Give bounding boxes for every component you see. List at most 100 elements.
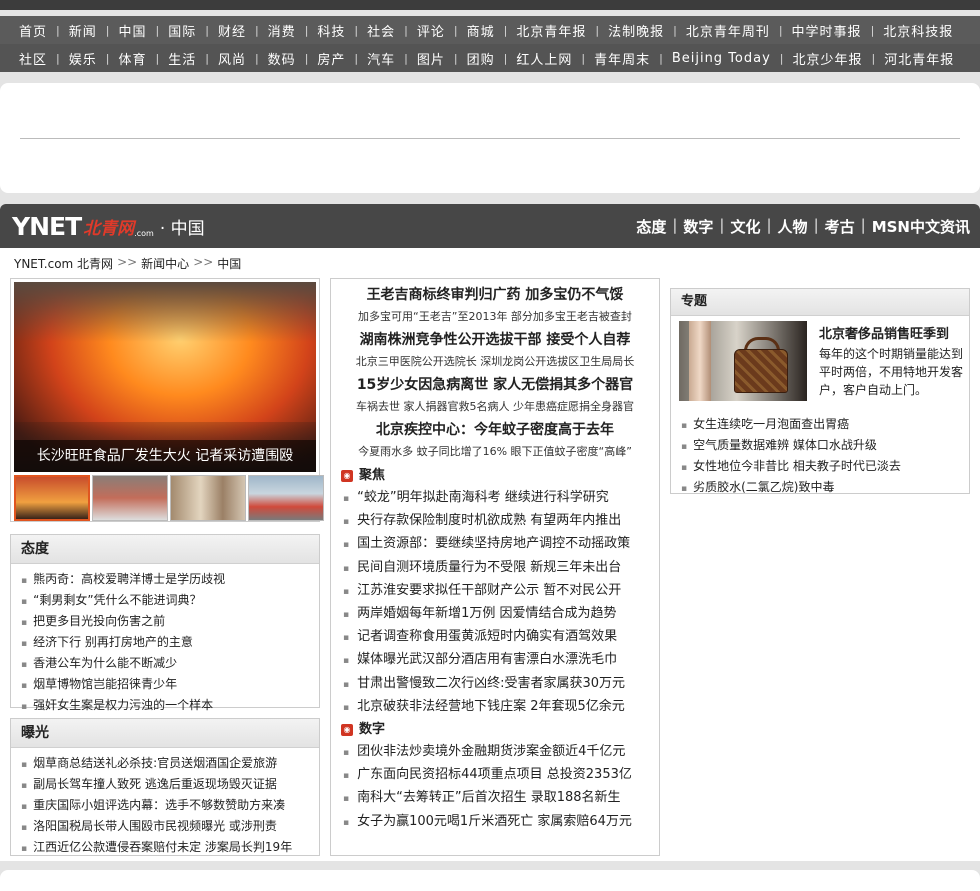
top-story: 北京疾控中心：今年蚊子密度高于去年 今夏雨水多 蚊子同比增了16% 眼下正值蚊子密…: [331, 420, 659, 461]
list-item[interactable]: 把更多目光投向伤害之前: [21, 612, 319, 633]
list-item[interactable]: 副局长驾车撞人致死 逃逸后重返现场毁灭证据: [21, 775, 319, 796]
nav-link[interactable]: 科技: [308, 21, 354, 40]
nav-link[interactable]: 消费: [259, 21, 305, 40]
story-subline[interactable]: 北京三甲医院公开选院长 深圳龙岗公开选拔区卫生局局长: [331, 353, 659, 371]
list-item[interactable]: 两岸婚姻每年新增1万例 因爱情结合成为趋势: [343, 603, 659, 626]
list-item[interactable]: 空气质量数据难辨 媒体口水战升级: [681, 436, 901, 457]
channel-nav-link[interactable]: 数字: [683, 216, 713, 237]
thumbnail-2[interactable]: [92, 475, 168, 521]
site-logo[interactable]: YNET 北青网 .com · 中国: [12, 212, 205, 241]
nav-link[interactable]: 北京少年报: [784, 49, 872, 68]
channel-nav-link[interactable]: 考古: [825, 216, 855, 237]
list-item[interactable]: 央行存款保险制度时机欲成熟 有望两年内推出: [343, 510, 659, 533]
nav-link[interactable]: 数码: [259, 49, 305, 68]
nav-link[interactable]: 社区: [10, 49, 56, 68]
nav-link[interactable]: 房产: [308, 49, 354, 68]
nav-link[interactable]: 国际: [159, 21, 205, 40]
list-item[interactable]: 国土资源部：要继续坚持房地产调控不动摇政策: [343, 533, 659, 556]
list-item[interactable]: 经济下行 别再打房地产的主意: [21, 633, 319, 654]
nav-link[interactable]: 娱乐: [60, 49, 106, 68]
story-subline[interactable]: 今夏雨水多 蚊子同比增了16% 眼下正值蚊子密度“高峰”: [331, 443, 659, 461]
story-subline[interactable]: 加多宝可用“王老吉”至2013年 部分加多宝王老吉被查封: [331, 308, 659, 326]
rss-icon[interactable]: ◉: [341, 470, 353, 482]
thumbnail-1[interactable]: [14, 475, 90, 521]
nav-link[interactable]: 中学时事报: [783, 21, 871, 40]
breadcrumb-bar: YNET.com 北青网 >> 新闻中心 >> 中国: [0, 248, 980, 276]
list-item[interactable]: 江苏淮安要求拟任干部财产公示 暂不对民公开: [343, 580, 659, 603]
nav-link[interactable]: 中国: [109, 21, 155, 40]
nav-link[interactable]: 生活: [159, 49, 205, 68]
thumbnail-4[interactable]: [248, 475, 324, 521]
nav-link[interactable]: Beijing Today: [663, 51, 780, 66]
list-item[interactable]: 团伙非法炒卖境外金融期货涉案金额近4千亿元: [343, 741, 659, 764]
list-item[interactable]: 劣质胶水(二氯乙烷)致中毒: [681, 478, 901, 499]
nav-link[interactable]: 红人上网: [507, 49, 581, 68]
list-item[interactable]: 洛阳国税局长带人围殴市民视频曝光 或涉刑责: [21, 817, 319, 838]
breadcrumb-section[interactable]: 新闻中心: [141, 255, 189, 272]
photo-caption[interactable]: 长沙旺旺食品厂发生大火 记者采访遭围殴: [14, 440, 316, 472]
channel-nav-link[interactable]: 人物: [778, 216, 808, 237]
nav-link[interactable]: 北京青年周刊: [677, 21, 779, 40]
nav-link[interactable]: 风尚: [209, 49, 255, 68]
story-subline[interactable]: 车祸去世 家人捐器官救5名病人 少年患癌症愿捐全身器官: [331, 398, 659, 416]
nav-item: 社区: [10, 49, 56, 68]
nav-link[interactable]: 商城: [458, 21, 504, 40]
nav-link[interactable]: 财经: [209, 21, 255, 40]
list-item[interactable]: 记者调查称食用蛋黄派短时内确实有酒驾效果: [343, 626, 659, 649]
headline-photo[interactable]: 长沙旺旺食品厂发生大火 记者采访遭围殴: [14, 282, 316, 472]
nav-link[interactable]: 河北青年报: [875, 49, 963, 68]
thumbnail-3[interactable]: [170, 475, 246, 521]
nav-link[interactable]: 评论: [408, 21, 454, 40]
feature-image-bag: [734, 349, 788, 393]
nav-link[interactable]: 北京青年报: [507, 21, 595, 40]
list-item[interactable]: 广东面向民资招标44项重点项目 总投资2353亿: [343, 764, 659, 787]
channel-nav-link[interactable]: MSN中文资讯: [872, 216, 970, 237]
channel-nav-link[interactable]: 文化: [730, 216, 760, 237]
feature-title[interactable]: 北京奢侈品销售旺季到: [819, 323, 949, 342]
nav-link[interactable]: 汽车: [358, 49, 404, 68]
list-item[interactable]: 烟草博物馆岂能招徕青少年: [21, 675, 319, 696]
list-item[interactable]: 重庆国际小姐评选内幕：选手不够数赞助方来凑: [21, 796, 319, 817]
breadcrumb-site[interactable]: YNET.com 北青网: [14, 255, 113, 272]
channel-name: · 中国: [159, 218, 205, 239]
list-item[interactable]: 女子为赢100元喝1斤米酒死亡 家属索赔64万元: [343, 811, 659, 834]
channel-nav-link[interactable]: 态度: [636, 216, 666, 237]
list-item[interactable]: 民间自测环境质量行为不受限 新规三年未出台: [343, 557, 659, 580]
story-headline[interactable]: 王老吉商标终审判归广药 加多宝仍不气馁: [331, 285, 659, 305]
list-item[interactable]: 香港公车为什么能不断减少: [21, 654, 319, 675]
list-item[interactable]: 甘肃出警慢致二次行凶终:受害者家属获30万元: [343, 673, 659, 696]
rss-icon[interactable]: ◉: [341, 724, 353, 737]
nav-link[interactable]: 北京科技报: [874, 21, 962, 40]
nav-item: | 北京青年周刊: [673, 21, 779, 40]
list-item[interactable]: 女生连续吃一月泡面查出胃癌: [681, 415, 901, 436]
list-item[interactable]: “剩男剩女”凭什么不能进词典？: [21, 591, 319, 612]
story-headline[interactable]: 15岁少女因急病离世 家人无偿捐其多个器官: [331, 375, 659, 395]
nav-link[interactable]: 图片: [408, 49, 454, 68]
list-item[interactable]: 熊丙奇：高校爱聘洋博士是学历歧视: [21, 570, 319, 591]
list-item[interactable]: 强奸女生案是权力污浊的一个样本: [21, 696, 319, 717]
nav-link[interactable]: 团购: [458, 49, 504, 68]
list-item[interactable]: 女性地位今非昔比 相夫教子时代已淡去: [681, 457, 901, 478]
list-item[interactable]: 江西近亿公款遭侵吞案赔付未定 涉案局长判19年: [21, 838, 319, 859]
nav-item: | 北京科技报: [871, 21, 963, 40]
story-headline[interactable]: 湖南株洲竞争性公开选拔干部 接受个人自荐: [331, 330, 659, 350]
list-item[interactable]: “蛟龙”明年拟赴南海科考 继续进行科学研究: [343, 487, 659, 510]
nav-link[interactable]: 新闻: [60, 21, 106, 40]
nav-link[interactable]: 社会: [358, 21, 404, 40]
story-headline[interactable]: 北京疾控中心：今年蚊子密度高于去年: [331, 420, 659, 440]
list-item[interactable]: 南科大“去筹转正”后首次招生 录取188名新生: [343, 787, 659, 810]
nav-item: | 青年周末: [581, 49, 659, 68]
list-item[interactable]: 北京破获非法经营地下钱庄案 2年套现5亿余元: [343, 696, 659, 719]
nav-item: | 社会: [354, 21, 404, 40]
list-item[interactable]: 媒体曝光武汉部分酒店用有害漂白水漂洗毛巾: [343, 649, 659, 672]
top-story: 湖南株洲竞争性公开选拔干部 接受个人自荐 北京三甲医院公开选院长 深圳龙岗公开选拔…: [331, 330, 659, 371]
feature-image[interactable]: [679, 321, 807, 401]
numbers-title: 数字: [359, 722, 386, 738]
breadcrumb-current[interactable]: 中国: [217, 255, 241, 272]
nav-link[interactable]: 体育: [109, 49, 155, 68]
nav-link[interactable]: 首页: [10, 21, 56, 40]
nav-link[interactable]: 青年周末: [585, 49, 659, 68]
nav-item: | 生活: [155, 49, 205, 68]
list-item[interactable]: 烟草商总结送礼必杀技:官员送烟酒国企爱旅游: [21, 754, 319, 775]
nav-link[interactable]: 法制晚报: [599, 21, 673, 40]
